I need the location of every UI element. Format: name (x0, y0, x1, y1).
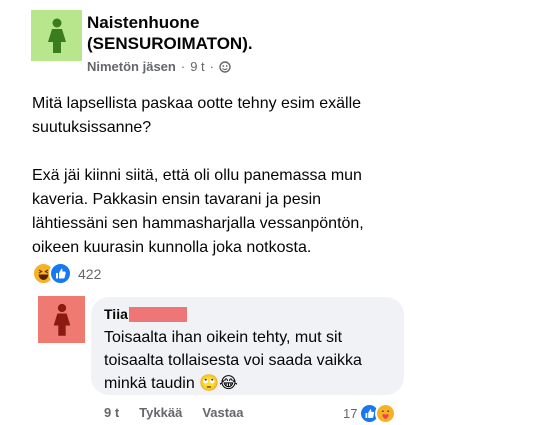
group-name[interactable]: Naistenhuone (SENSUROIMATON). (87, 12, 347, 54)
care-reaction-icon (375, 403, 397, 424)
comment-actions: 9 t Tykkää Vastaa (104, 405, 244, 420)
reaction-count[interactable]: 422 (78, 266, 101, 282)
meta-separator: · (209, 59, 215, 74)
redaction-block (128, 306, 187, 322)
commenter-avatar[interactable] (38, 296, 85, 343)
like-reaction-icon (49, 262, 72, 285)
woman-icon (53, 303, 70, 336)
meta-separator: · (180, 59, 186, 74)
comment-time[interactable]: 9 t (104, 405, 119, 420)
woman-icon (47, 18, 66, 53)
post-author[interactable]: Nimetön jäsen (87, 58, 176, 76)
post-paragraph: Exä jäi kiinni siitä, että oli ollu pane… (32, 167, 364, 256)
post-paragraph: Mitä lapsellista paskaa ootte tehny esim… (32, 95, 362, 136)
post-body: Mitä lapsellista paskaa ootte tehny esim… (32, 92, 532, 284)
post-meta: Nimetön jäsen · 9 t · (87, 58, 231, 76)
like-button[interactable]: Tykkää (139, 405, 182, 420)
comment-bubble: Tiia Toisaalta ihan oikein tehty, mut si… (91, 297, 404, 395)
group-avatar[interactable] (31, 10, 82, 61)
comment-text: Toisaalta ihan oikein tehty, mut sit toi… (104, 329, 362, 392)
commenter-first-name[interactable]: Tiia (104, 306, 128, 322)
comment-reactions[interactable]: 17 (343, 403, 397, 424)
comment-reaction-count[interactable]: 17 (343, 406, 357, 421)
privacy-icon (219, 61, 231, 73)
reply-button[interactable]: Vastaa (202, 405, 243, 420)
commenter-name[interactable]: Tiia (104, 306, 187, 322)
post-time[interactable]: 9 t (190, 58, 204, 76)
post-reactions[interactable]: 422 (32, 262, 101, 285)
